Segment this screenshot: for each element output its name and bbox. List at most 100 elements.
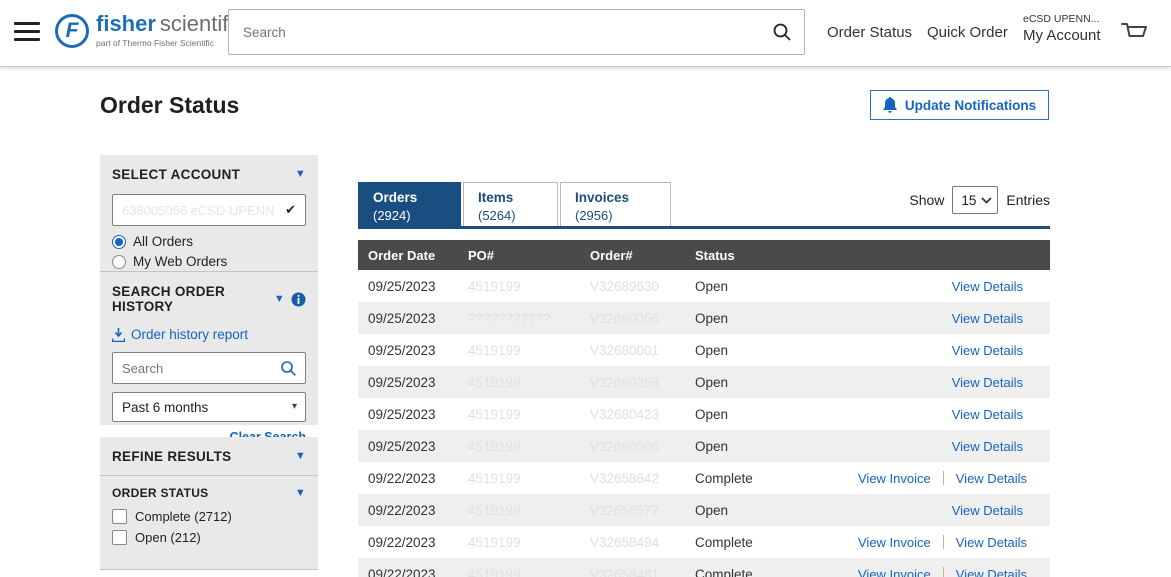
main-content: Orders (2924) Items (5264) Invoices (295…: [358, 182, 1050, 229]
view-details-link[interactable]: View Details: [952, 375, 1023, 390]
view-invoice-link[interactable]: View Invoice: [858, 535, 931, 550]
po-cell: 4519199: [468, 375, 590, 390]
view-details-link[interactable]: View Details: [952, 407, 1023, 422]
view-details-link[interactable]: View Details: [956, 567, 1027, 577]
link-separator: [943, 535, 944, 549]
nav-order-status[interactable]: Order Status: [827, 24, 912, 41]
radio-button[interactable]: [112, 255, 126, 269]
search-order-history-title: SEARCH ORDER HISTORY: [112, 284, 274, 314]
view-details-link[interactable]: View Details: [952, 503, 1023, 518]
account-select[interactable]: 638005056 eCSD UPENN ✔: [112, 194, 306, 226]
filter-complete[interactable]: Complete (2712): [112, 509, 306, 524]
cart-icon[interactable]: [1120, 20, 1150, 51]
order-date-cell: 09/22/2023: [358, 567, 468, 577]
nav-quick-order[interactable]: Quick Order: [927, 24, 1008, 41]
status-cell: Complete: [695, 535, 858, 550]
order-date-cell: 09/22/2023: [358, 535, 468, 550]
tab-count: (2956): [575, 207, 670, 224]
chevron-down-icon: [981, 197, 992, 204]
order-status-filter-header[interactable]: ORDER STATUS ▼: [112, 486, 306, 500]
tab-label: Orders: [373, 188, 460, 207]
global-search: [228, 9, 805, 55]
po-cell: 4519199: [468, 471, 590, 486]
radio-all-orders[interactable]: All Orders: [112, 234, 306, 249]
menu-icon[interactable]: [14, 22, 40, 44]
po-cell: 4519199: [468, 279, 590, 294]
refine-results-title: REFINE RESULTS: [112, 449, 231, 464]
tab-items[interactable]: Items (5264): [463, 182, 558, 226]
view-details-link[interactable]: View Details: [956, 471, 1027, 486]
order-number-cell: V32658577: [590, 503, 695, 518]
search-order-history-header[interactable]: SEARCH ORDER HISTORY ▼: [112, 284, 306, 314]
view-details-link[interactable]: View Details: [952, 279, 1023, 294]
orders-table-header: Order Date PO# Order# Status: [358, 240, 1050, 270]
table-row: 09/25/2023 4519199 V32689630 Open View D…: [358, 270, 1050, 302]
search-icon[interactable]: [280, 360, 297, 382]
table-row: 09/25/2023 4519199 V32680423 Open View D…: [358, 398, 1050, 430]
order-number-cell: V32658494: [590, 535, 695, 550]
search-order-history-panel: SEARCH ORDER HISTORY ▼ Order history rep…: [100, 272, 318, 425]
table-row: 09/22/2023 4519199 V32658577 Open View D…: [358, 494, 1050, 526]
order-history-report-link[interactable]: Order history report: [112, 327, 306, 342]
order-number-cell: V32680001: [590, 343, 695, 358]
filter-open[interactable]: Open (212): [112, 530, 306, 545]
table-row: 09/25/2023 4519199 V32680001 Open View D…: [358, 334, 1050, 366]
radio-my-web-orders[interactable]: My Web Orders: [112, 254, 306, 269]
order-status-filter-title: ORDER STATUS: [112, 486, 209, 500]
info-icon[interactable]: [291, 292, 306, 307]
view-details-link[interactable]: View Details: [952, 439, 1023, 454]
radio-label: All Orders: [133, 234, 193, 249]
account-select-value: 638005056 eCSD UPENN: [122, 203, 274, 218]
fisher-logo[interactable]: F fisherscientific part of Thermo Fisher…: [55, 12, 244, 48]
global-search-input[interactable]: [229, 10, 769, 54]
update-notifications-label: Update Notifications: [905, 98, 1036, 113]
refine-results-panel: REFINE RESULTS ▼ ORDER STATUS ▼ Complete…: [100, 437, 318, 570]
order-status-page: F fisherscientific part of Thermo Fisher…: [0, 0, 1171, 577]
view-invoice-link[interactable]: View Invoice: [858, 567, 931, 577]
select-account-panel: SELECT ACCOUNT ▼ 638005056 eCSD UPENN ✔ …: [100, 155, 318, 272]
page-title: Order Status: [100, 92, 239, 119]
entries-select[interactable]: 15: [952, 186, 998, 214]
link-separator: [943, 567, 944, 577]
po-cell: 4519199: [468, 503, 590, 518]
table-row: 09/25/2023 4519199 V32680506 Open View D…: [358, 430, 1050, 462]
tab-orders[interactable]: Orders (2924): [358, 182, 461, 226]
table-row: 09/22/2023 4519199 V32658494 Complete Vi…: [358, 526, 1050, 558]
order-date-cell: 09/25/2023: [358, 375, 468, 390]
tab-invoices[interactable]: Invoices (2956): [560, 182, 671, 226]
my-account-menu[interactable]: eCSD UPENN... My Account: [1023, 13, 1101, 44]
view-details-link[interactable]: View Details: [952, 343, 1023, 358]
logo-tagline: part of Thermo Fisher Scientific: [96, 38, 244, 48]
divider: [100, 475, 318, 476]
view-details-link[interactable]: View Details: [956, 535, 1027, 550]
checkbox[interactable]: [112, 509, 127, 524]
refine-results-header[interactable]: REFINE RESULTS ▼: [112, 449, 306, 464]
date-range-select[interactable]: Past 6 months ▾: [112, 392, 306, 422]
table-row: 09/22/2023 4519199 V32658481 Complete Vi…: [358, 558, 1050, 577]
order-date-cell: 09/25/2023: [358, 343, 468, 358]
show-label: Show: [909, 192, 944, 208]
order-number-cell: V32680506: [590, 439, 695, 454]
radio-button[interactable]: [112, 235, 126, 249]
search-icon[interactable]: [772, 22, 792, 47]
view-invoice-link[interactable]: View Invoice: [858, 471, 931, 486]
view-details-link[interactable]: View Details: [952, 311, 1023, 326]
table-row: 09/25/2023 ??????????? V32680056 Open Vi…: [358, 302, 1050, 334]
order-date-cell: 09/25/2023: [358, 311, 468, 326]
checkbox[interactable]: [112, 530, 127, 545]
fisher-monogram-icon: F: [55, 14, 89, 48]
table-row: 09/25/2023 4519199 V32680269 Open View D…: [358, 366, 1050, 398]
tab-underline: [358, 226, 1050, 229]
entries-value: 15: [961, 193, 976, 208]
order-number-cell: V32689630: [590, 279, 695, 294]
chevron-down-icon: ▾: [292, 401, 297, 412]
radio-label: My Web Orders: [133, 254, 227, 269]
tab-count: (5264): [478, 207, 557, 224]
status-cell: Complete: [695, 471, 858, 486]
my-account-label: My Account: [1023, 27, 1101, 44]
global-header: F fisherscientific part of Thermo Fisher…: [0, 0, 1171, 67]
update-notifications-button[interactable]: Update Notifications: [870, 90, 1049, 120]
order-search-input[interactable]: [113, 353, 273, 383]
select-account-header[interactable]: SELECT ACCOUNT ▼: [112, 167, 306, 182]
status-cell: Complete: [695, 567, 858, 577]
